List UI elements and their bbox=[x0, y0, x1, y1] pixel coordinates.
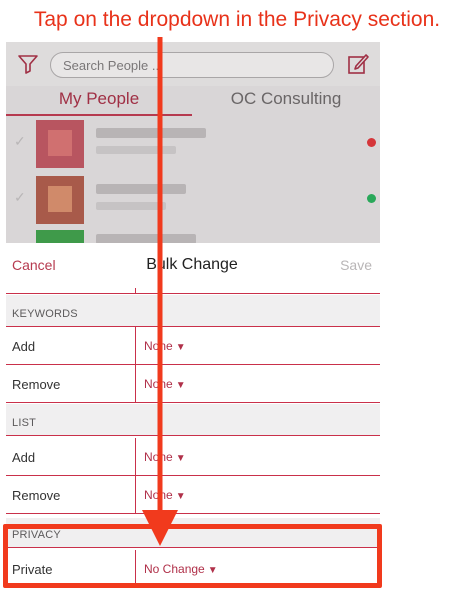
search-input[interactable]: Search People ... bbox=[50, 52, 334, 78]
keywords-remove-row: Remove None ▼ bbox=[6, 365, 380, 403]
list-add-dropdown[interactable]: None ▼ bbox=[144, 450, 186, 464]
list-remove-row: Remove None ▼ bbox=[6, 476, 380, 514]
tab-oc-consulting[interactable]: OC Consulting bbox=[192, 86, 380, 116]
column-divider bbox=[135, 550, 136, 587]
row-label: Add bbox=[12, 339, 36, 354]
dropdown-value: No Change bbox=[144, 562, 205, 576]
dropdown-caret-icon: ▼ bbox=[175, 342, 186, 353]
previous-row-stub bbox=[6, 288, 380, 294]
checkmark-icon: ✓ bbox=[14, 189, 26, 205]
section-header-keywords: KEYWORDS bbox=[6, 295, 380, 327]
dropdown-value: None bbox=[144, 450, 173, 464]
status-dot bbox=[367, 194, 376, 203]
list-item[interactable]: ✓ bbox=[6, 172, 380, 226]
contact-detail-blurred bbox=[96, 202, 166, 210]
row-label: Remove bbox=[12, 377, 61, 392]
privacy-dropdown[interactable]: No Change ▼ bbox=[144, 562, 218, 576]
sheet-header: Cancel Bulk Change Save bbox=[0, 243, 384, 288]
column-divider bbox=[135, 288, 136, 294]
keywords-add-dropdown[interactable]: None ▼ bbox=[144, 339, 186, 353]
column-divider bbox=[135, 438, 136, 475]
dropdown-caret-icon: ▼ bbox=[175, 453, 186, 464]
list-remove-dropdown[interactable]: None ▼ bbox=[144, 488, 186, 502]
contact-name-blurred bbox=[96, 184, 186, 194]
avatar bbox=[36, 230, 84, 243]
keywords-remove-dropdown[interactable]: None ▼ bbox=[144, 377, 186, 391]
column-divider bbox=[135, 365, 136, 402]
search-placeholder: Search People ... bbox=[63, 57, 163, 73]
column-divider bbox=[135, 327, 136, 364]
dropdown-caret-icon: ▼ bbox=[175, 491, 186, 502]
instruction-caption: Tap on the dropdown in the Privacy secti… bbox=[33, 8, 441, 31]
section-header-privacy: PRIVACY bbox=[6, 518, 380, 548]
dropdown-caret-icon: ▼ bbox=[175, 380, 186, 391]
sheet-title: Bulk Change bbox=[146, 256, 238, 273]
row-label: Remove bbox=[12, 488, 61, 503]
save-button[interactable]: Save bbox=[340, 257, 372, 273]
section-title: LIST bbox=[12, 417, 37, 429]
section-title: PRIVACY bbox=[12, 529, 61, 541]
compose-icon[interactable] bbox=[346, 52, 370, 76]
people-list-background: Search People ... My People OC Consultin… bbox=[6, 42, 380, 243]
keywords-add-row: Add None ▼ bbox=[6, 327, 380, 365]
contact-detail-blurred bbox=[96, 146, 176, 154]
checkmark-icon: ✓ bbox=[14, 133, 26, 149]
row-label: Add bbox=[12, 450, 36, 465]
people-tabs: My People OC Consulting bbox=[6, 86, 380, 116]
dropdown-value: None bbox=[144, 377, 173, 391]
row-label: Private bbox=[12, 562, 53, 577]
contact-name-blurred bbox=[96, 128, 206, 138]
column-divider bbox=[135, 476, 136, 513]
dropdown-value: None bbox=[144, 339, 173, 353]
filter-icon[interactable] bbox=[16, 52, 40, 76]
avatar bbox=[36, 120, 84, 168]
section-header-list: LIST bbox=[6, 404, 380, 436]
list-item[interactable]: ✓ bbox=[6, 116, 380, 170]
tab-my-people[interactable]: My People bbox=[6, 86, 192, 116]
top-bar: Search People ... bbox=[6, 42, 380, 86]
status-dot bbox=[367, 138, 376, 147]
bulk-change-sheet: Cancel Bulk Change Save KEYWORDS Add Non… bbox=[0, 243, 384, 600]
contact-name-blurred bbox=[96, 234, 196, 243]
dropdown-value: None bbox=[144, 488, 173, 502]
privacy-private-row: Private No Change ▼ bbox=[6, 550, 380, 588]
dropdown-caret-icon: ▼ bbox=[207, 565, 218, 576]
avatar bbox=[36, 176, 84, 224]
list-add-row: Add None ▼ bbox=[6, 438, 380, 476]
list-item[interactable] bbox=[6, 226, 380, 243]
section-title: KEYWORDS bbox=[12, 308, 78, 320]
